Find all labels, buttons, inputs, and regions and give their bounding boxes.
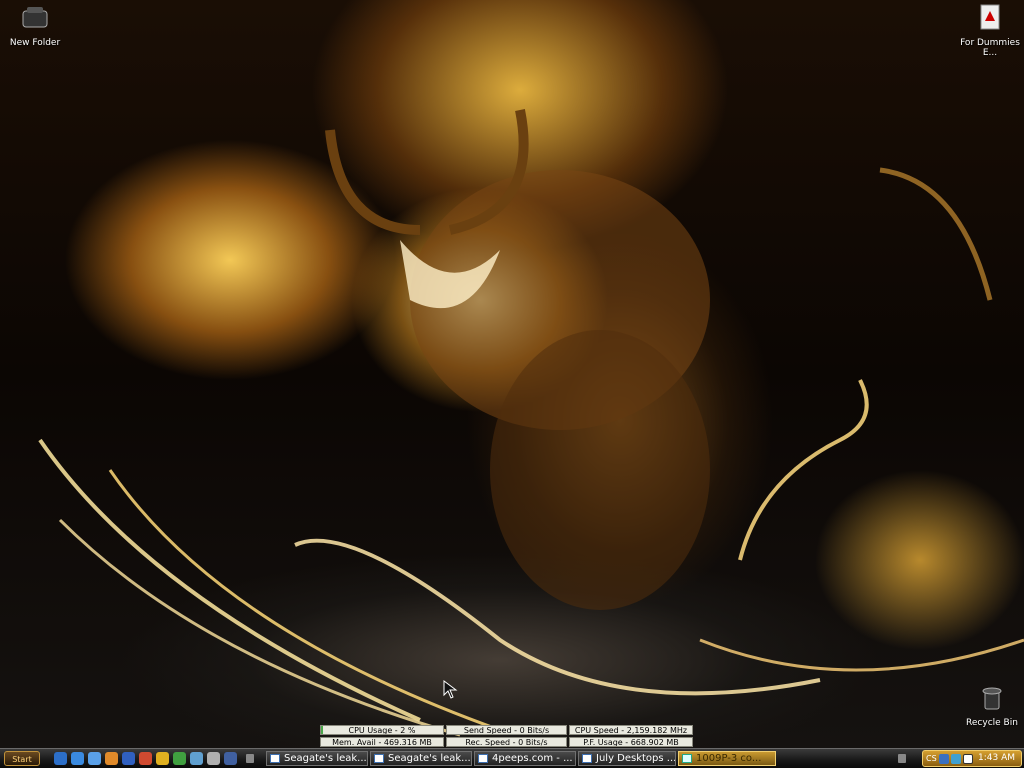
quick-launch-app-icon[interactable] bbox=[139, 752, 152, 765]
task-label: Seagate's leak... bbox=[284, 753, 367, 764]
quick-launch-winamp-icon[interactable] bbox=[156, 752, 169, 765]
taskbar-button-active-window[interactable]: 1009P-3 co... bbox=[678, 751, 776, 766]
quick-launch-settings-icon[interactable] bbox=[224, 752, 237, 765]
desktop-icon-label: New Folder bbox=[9, 38, 61, 48]
recycle-bin-icon bbox=[957, 685, 1024, 714]
network-icon[interactable] bbox=[939, 754, 949, 764]
browser-window-icon bbox=[374, 754, 384, 763]
tray-expand-icon[interactable] bbox=[898, 754, 906, 763]
desktop-icon-new-folder[interactable]: New Folder bbox=[0, 5, 70, 48]
start-button[interactable]: Start bbox=[4, 751, 40, 766]
chevron-right-icon[interactable] bbox=[246, 754, 254, 763]
desktop-icon-label: Recycle Bin bbox=[966, 718, 1018, 728]
cpu-speed-meter: CPU Speed - 2,159.182 MHz bbox=[569, 725, 693, 735]
desktop-wallpaper bbox=[0, 0, 1024, 748]
desktop-icon-recycle-bin[interactable]: Recycle Bin bbox=[957, 685, 1024, 728]
send-speed-meter: Send Speed - 0 Bits/s bbox=[446, 725, 567, 735]
quick-launch-network-icon[interactable] bbox=[190, 752, 203, 765]
pf-usage-text: P.F. Usage - 668.902 MB bbox=[583, 738, 679, 747]
quick-launch-explorer-icon[interactable] bbox=[88, 752, 101, 765]
app-window-icon bbox=[682, 754, 692, 763]
browser-window-icon bbox=[582, 754, 592, 763]
task-label: Seagate's leak... bbox=[388, 753, 471, 764]
zonealarm-icon[interactable] bbox=[963, 754, 973, 764]
messenger-tray-icon[interactable] bbox=[951, 754, 961, 764]
system-tray: CS 1:43 AM bbox=[922, 750, 1022, 767]
taskbar-button-seagate-1[interactable]: Seagate's leak... bbox=[266, 751, 368, 766]
desktop-icon-label: For Dummies E... bbox=[960, 38, 1020, 58]
task-label: 4peeps.com - ... bbox=[492, 753, 573, 764]
clock[interactable]: 1:43 AM bbox=[978, 751, 1015, 766]
taskbar: Start Seagate's leak... Seagate's leak..… bbox=[0, 748, 1024, 768]
mouse-cursor-icon bbox=[443, 680, 458, 699]
task-label: 1009P-3 co... bbox=[696, 753, 762, 764]
cpu-usage-text: CPU Usage - 2 % bbox=[348, 726, 416, 735]
taskbar-button-4peeps[interactable]: 4peeps.com - ... bbox=[474, 751, 576, 766]
mem-avail-text: Mem. Avail - 469.316 MB bbox=[332, 738, 432, 747]
start-label: Start bbox=[12, 755, 32, 764]
mem-avail-meter: Mem. Avail - 469.316 MB bbox=[320, 737, 444, 747]
taskbar-button-july-desktops[interactable]: July Desktops ... bbox=[578, 751, 676, 766]
cpu-usage-meter: CPU Usage - 2 % bbox=[320, 725, 444, 735]
cpu-usage-fill bbox=[321, 726, 324, 734]
rec-speed-text: Rec. Speed - 0 Bits/s bbox=[465, 738, 548, 747]
quick-launch-messenger-icon[interactable] bbox=[173, 752, 186, 765]
browser-window-icon bbox=[478, 754, 488, 763]
pdf-file-icon bbox=[955, 3, 1024, 34]
task-label: July Desktops ... bbox=[596, 753, 676, 764]
quick-launch-firefox-icon[interactable] bbox=[105, 752, 118, 765]
tray-text: CS bbox=[926, 754, 937, 763]
cpu-speed-text: CPU Speed - 2,159.182 MHz bbox=[574, 726, 688, 735]
desktop-icon-for-dummies[interactable]: For Dummies E... bbox=[955, 3, 1024, 58]
wallpaper-art bbox=[38, 109, 1024, 737]
browser-window-icon bbox=[270, 754, 280, 763]
send-speed-text: Send Speed - 0 Bits/s bbox=[463, 726, 550, 735]
taskbar-button-seagate-2[interactable]: Seagate's leak... bbox=[370, 751, 472, 766]
pf-usage-meter: P.F. Usage - 668.902 MB bbox=[569, 737, 693, 747]
quick-launch-desktop-icon[interactable] bbox=[54, 752, 67, 765]
folder-icon bbox=[0, 5, 70, 34]
quick-launch-ie-icon[interactable] bbox=[71, 752, 84, 765]
rec-speed-meter: Rec. Speed - 0 Bits/s bbox=[446, 737, 567, 747]
quick-launch-tools-icon[interactable] bbox=[207, 752, 220, 765]
quick-launch-media-icon[interactable] bbox=[122, 752, 135, 765]
